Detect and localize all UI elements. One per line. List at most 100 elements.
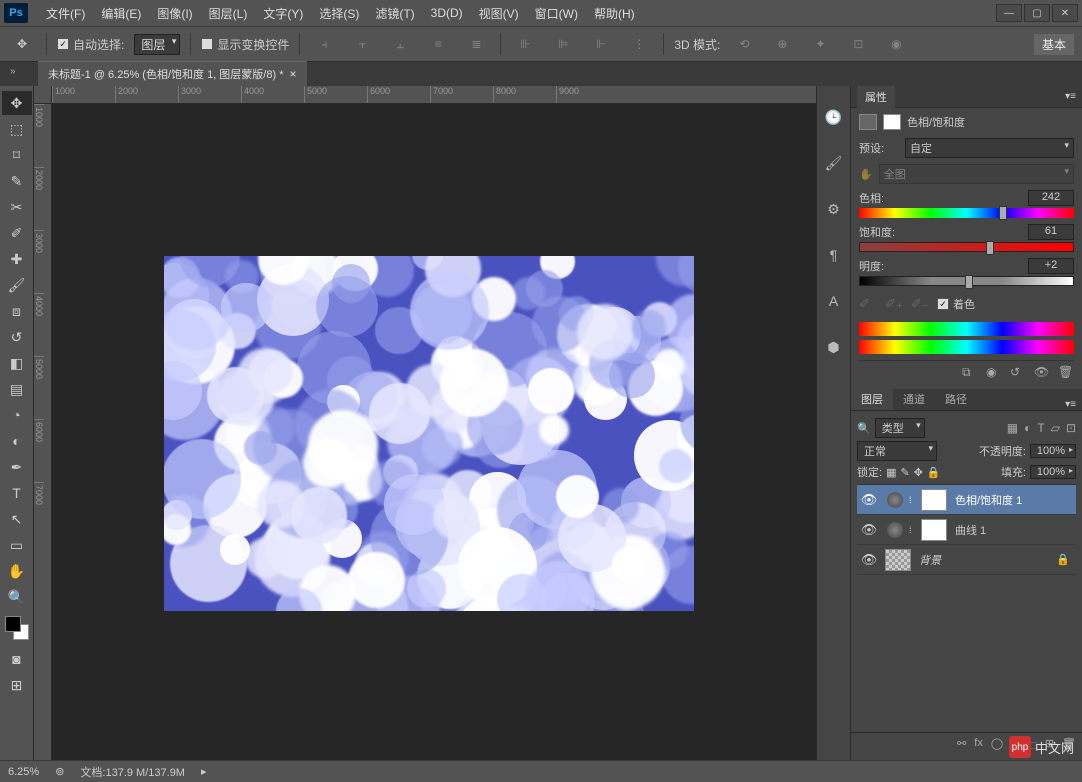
tab-expand-icon[interactable]: » xyxy=(10,66,16,77)
channels-tab[interactable]: 通道 xyxy=(893,388,935,410)
window-close[interactable]: ✕ xyxy=(1052,4,1078,22)
filter-kind-select[interactable]: 类型 xyxy=(875,418,925,438)
lock-pos-icon[interactable]: ✥ xyxy=(914,466,923,479)
gradient-tool[interactable]: ▤ xyxy=(2,377,32,401)
visibility-toggle[interactable]: 👁 xyxy=(857,552,881,568)
paths-tab[interactable]: 路径 xyxy=(935,388,977,410)
toggle-visibility-icon[interactable]: 👁 xyxy=(1034,365,1050,379)
filter-type-icon[interactable]: T xyxy=(1037,421,1044,435)
menu-select[interactable]: 选择(S) xyxy=(311,5,367,22)
filter-pixel-icon[interactable]: ▦ xyxy=(1007,421,1018,435)
fill-input[interactable]: 100% xyxy=(1030,465,1076,479)
ruler-origin[interactable] xyxy=(34,86,52,104)
menu-layer[interactable]: 图层(L) xyxy=(201,5,256,22)
layer-hue-sat[interactable]: 👁 ⁞ 色相/饱和度 1 xyxy=(857,485,1076,515)
lock-trans-icon[interactable]: ▦ xyxy=(886,466,896,479)
auto-select-checkbox[interactable]: ✓自动选择: xyxy=(57,36,124,53)
workspace-button[interactable]: 基本 xyxy=(1034,34,1074,55)
canvas-image[interactable] xyxy=(164,256,694,611)
menu-file[interactable]: 文件(F) xyxy=(38,5,93,22)
canvas-area[interactable]: 100020003000400050006000700080009000 100… xyxy=(34,86,816,760)
eraser-tool[interactable]: ◧ xyxy=(2,351,32,375)
visibility-toggle[interactable]: 👁 xyxy=(857,522,881,538)
menu-filter[interactable]: 滤镜(T) xyxy=(367,5,422,22)
mask-thumbnail[interactable] xyxy=(921,489,947,511)
zoom-level[interactable]: 6.25% xyxy=(8,766,39,778)
crop-tool[interactable]: ✂ xyxy=(2,195,32,219)
doc-size[interactable]: 文档:137.9 M/137.9M xyxy=(80,764,185,780)
zoom-tool[interactable]: 🔍 xyxy=(2,585,32,609)
link-layers-icon[interactable]: ⚯ xyxy=(957,737,966,756)
heal-tool[interactable]: ✚ xyxy=(2,247,32,271)
layer-curves[interactable]: 👁 ⁞ 曲线 1 xyxy=(857,515,1076,545)
screen-mode-toggle[interactable]: ⊞ xyxy=(2,673,32,697)
menu-image[interactable]: 图像(I) xyxy=(149,5,200,22)
window-minimize[interactable]: — xyxy=(996,4,1022,22)
ruler-vertical[interactable]: 1000200030004000500060007000 xyxy=(34,104,52,760)
move-tool[interactable]: ✥ xyxy=(2,91,32,115)
view-previous-icon[interactable]: ◉ xyxy=(986,365,1002,379)
menu-type[interactable]: 文字(Y) xyxy=(255,5,311,22)
para-panel-icon[interactable]: A xyxy=(823,290,845,312)
preset-select[interactable]: 自定 xyxy=(905,138,1074,158)
quick-mask-toggle[interactable]: ◙ xyxy=(2,647,32,671)
menu-edit[interactable]: 编辑(E) xyxy=(93,5,149,22)
brush-preset-icon[interactable]: ⚙ xyxy=(823,198,845,220)
hue-value-input[interactable]: 242 xyxy=(1028,190,1074,206)
hand-tool[interactable]: ✋ xyxy=(2,559,32,583)
shape-tool[interactable]: ▭ xyxy=(2,533,32,557)
ruler-horizontal[interactable]: 100020003000400050006000700080009000 xyxy=(52,86,816,104)
opacity-input[interactable]: 100% xyxy=(1030,444,1076,458)
saturation-slider[interactable] xyxy=(859,242,1074,252)
filter-shape-icon[interactable]: ▱ xyxy=(1051,421,1060,435)
layer-name[interactable]: 背景 xyxy=(919,552,1052,568)
document-tab[interactable]: 未标题-1 @ 6.25% (色相/饱和度 1, 图层蒙版/8) * × xyxy=(38,61,307,86)
layer-name[interactable]: 色相/饱和度 1 xyxy=(955,492,1070,508)
3d-panel-icon[interactable]: ⬢ xyxy=(823,336,845,358)
delete-adjustment-icon[interactable]: 🗑 xyxy=(1058,365,1074,379)
image-thumbnail[interactable] xyxy=(885,549,911,571)
menu-window[interactable]: 窗口(W) xyxy=(527,5,586,22)
mask-link-icon[interactable]: ⁞ xyxy=(909,495,917,505)
visibility-toggle[interactable]: 👁 xyxy=(857,492,881,508)
layers-menu-icon[interactable]: ▾≡ xyxy=(1059,399,1082,410)
lock-all-icon[interactable]: 🔒 xyxy=(927,466,941,479)
layer-background[interactable]: 👁 背景 🔒 xyxy=(857,545,1076,575)
blend-mode-select[interactable]: 正常 xyxy=(857,441,937,461)
menu-3d[interactable]: 3D(D) xyxy=(423,6,471,20)
layers-tab[interactable]: 图层 xyxy=(851,388,893,410)
char-panel-icon[interactable]: ¶ xyxy=(823,244,845,266)
lightness-value-input[interactable]: +2 xyxy=(1028,258,1074,274)
color-swatches[interactable] xyxy=(5,616,29,640)
layer-fx-icon[interactable]: fx xyxy=(974,737,983,756)
blur-tool[interactable]: ◔ xyxy=(2,403,32,427)
pen-tool[interactable]: ✒ xyxy=(2,455,32,479)
colorize-checkbox[interactable]: ✓着色 xyxy=(937,296,975,312)
dodge-tool[interactable]: ◐ xyxy=(2,429,32,453)
brush-panel-icon[interactable]: 🖌 xyxy=(823,152,845,174)
properties-tab[interactable]: 属性 xyxy=(857,86,895,108)
window-maximize[interactable]: ▢ xyxy=(1024,4,1050,22)
show-transform-checkbox[interactable]: 显示变换控件 xyxy=(201,36,289,53)
filter-smart-icon[interactable]: ⊡ xyxy=(1066,421,1076,435)
properties-menu-icon[interactable]: ▾≡ xyxy=(1065,91,1076,102)
lock-image-icon[interactable]: ✎ xyxy=(900,466,909,479)
status-info-icon[interactable]: ⊚ xyxy=(55,765,64,778)
lightness-slider[interactable] xyxy=(859,276,1074,286)
filter-adj-icon[interactable]: ◐ xyxy=(1024,421,1031,435)
hue-slider[interactable] xyxy=(859,208,1074,218)
add-mask-icon[interactable]: ◯ xyxy=(991,737,1003,756)
clip-to-layer-icon[interactable]: ⧉ xyxy=(962,365,978,379)
reset-icon[interactable]: ↺ xyxy=(1010,365,1026,379)
menu-view[interactable]: 视图(V) xyxy=(471,5,527,22)
history-brush-tool[interactable]: ↺ xyxy=(2,325,32,349)
lasso-tool[interactable]: ⌑ xyxy=(2,143,32,167)
type-tool[interactable]: T xyxy=(2,481,32,505)
quick-select-tool[interactable]: ✎ xyxy=(2,169,32,193)
brush-tool[interactable]: 🖌 xyxy=(2,273,32,297)
mask-thumbnail[interactable] xyxy=(921,519,947,541)
mask-icon[interactable] xyxy=(883,114,901,130)
eyedropper-tool[interactable]: ✐ xyxy=(2,221,32,245)
path-select-tool[interactable]: ↖ xyxy=(2,507,32,531)
saturation-value-input[interactable]: 61 xyxy=(1028,224,1074,240)
